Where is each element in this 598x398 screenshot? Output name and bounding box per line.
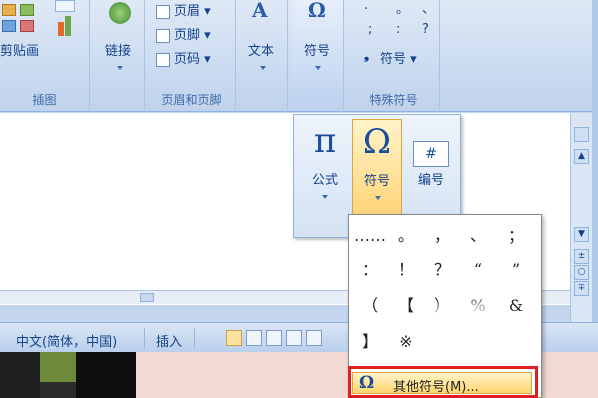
- symbol-cell[interactable]: ，: [425, 221, 459, 251]
- outline-view-button[interactable]: [286, 330, 302, 346]
- ruler-toggle-icon[interactable]: [574, 127, 589, 142]
- special-char[interactable]: :: [396, 22, 400, 37]
- ribbon: 剪贴画 插图 链接 页眉 ▾ 页脚 ▾ 页码 ▾ 页眉和页脚 A 文本 Ω 符号…: [0, 0, 598, 112]
- desktop-image: [40, 382, 76, 398]
- symbol-cell[interactable]: 、: [461, 221, 495, 251]
- symbol-cell[interactable]: ；: [499, 221, 533, 251]
- special-char[interactable]: ?: [422, 22, 429, 37]
- symbol-cell[interactable]: ”: [499, 255, 533, 285]
- special-symbols-group: . 。 、 ; : ? ❟ 符号 ▾ 特殊符号: [348, 0, 440, 110]
- language-indicator[interactable]: 中文(简体，中国): [16, 331, 117, 350]
- desktop-image: [76, 352, 136, 398]
- picture-icon[interactable]: [2, 4, 16, 16]
- clip-icon[interactable]: [55, 0, 75, 12]
- scroll-thumb[interactable]: [140, 293, 154, 302]
- chart-icon[interactable]: [58, 22, 64, 36]
- symbol-cell[interactable]: 。: [389, 221, 423, 251]
- chevron-down-icon[interactable]: [117, 66, 123, 70]
- previous-page-button[interactable]: ±: [574, 249, 589, 264]
- bullet-icon: ❟: [364, 48, 370, 63]
- symbol-dropdown[interactable]: 符号 ▾: [380, 48, 417, 67]
- symbol-group: Ω 符号: [292, 0, 344, 110]
- special-char[interactable]: ;: [368, 22, 372, 37]
- symbol-cell[interactable]: ？: [425, 255, 459, 285]
- desktop-image: [0, 352, 40, 398]
- header-icon: [156, 4, 170, 19]
- symbol-cell[interactable]: 】: [353, 327, 387, 357]
- symbol-cell[interactable]: ……: [353, 221, 387, 251]
- page-number-button[interactable]: 页码 ▾: [156, 48, 211, 67]
- page-number-icon: [156, 52, 170, 67]
- link-icon[interactable]: [109, 2, 131, 24]
- clipart-label[interactable]: 剪贴画: [0, 40, 39, 59]
- special-char[interactable]: .: [364, 0, 368, 13]
- special-symbols-group-label: 特殊符号: [369, 93, 418, 107]
- text-group: A 文本: [238, 0, 288, 110]
- chart-icon-bar: [65, 16, 71, 36]
- omega-icon[interactable]: Ω: [308, 0, 326, 22]
- draft-view-button[interactable]: [306, 330, 322, 346]
- highlight-annotation: [348, 366, 538, 398]
- shapes-icon[interactable]: [20, 4, 34, 16]
- special-char[interactable]: 、: [422, 0, 435, 17]
- chevron-down-icon: [375, 196, 381, 200]
- next-page-button[interactable]: ∓: [574, 281, 589, 296]
- chevron-down-icon[interactable]: [315, 66, 321, 70]
- full-screen-reading-view-button[interactable]: [246, 330, 262, 346]
- blurred-region: [410, 300, 520, 360]
- text-button[interactable]: 文本: [248, 40, 274, 59]
- symbol-button-active[interactable]: Ω 符号: [352, 119, 402, 215]
- numbering-button[interactable]: # 编号: [406, 119, 456, 215]
- chevron-down-icon: [322, 195, 328, 199]
- pi-icon: π: [313, 121, 337, 161]
- divider: [144, 328, 145, 348]
- desktop-image: [40, 352, 76, 382]
- chevron-down-icon[interactable]: [260, 66, 266, 70]
- omega-icon: Ω: [362, 122, 392, 162]
- textbox-icon[interactable]: A: [252, 0, 274, 20]
- number-sign-icon: #: [406, 127, 456, 167]
- illustrations-group: 剪贴画 插图: [0, 0, 90, 110]
- smartart-icon[interactable]: [2, 20, 16, 32]
- link-button[interactable]: 链接: [105, 40, 131, 59]
- special-char[interactable]: 。: [396, 0, 409, 17]
- divider: [194, 328, 195, 348]
- links-group: 链接: [95, 0, 145, 110]
- insert-mode-indicator[interactable]: 插入: [156, 331, 182, 350]
- select-browse-object-button[interactable]: ○: [574, 265, 589, 280]
- symbol-cell[interactable]: “: [461, 255, 495, 285]
- vertical-scrollbar[interactable]: ▲ ▼ ± ○ ∓: [570, 113, 592, 323]
- print-layout-view-button[interactable]: [226, 330, 242, 346]
- header-footer-group: 页眉 ▾ 页脚 ▾ 页码 ▾ 页眉和页脚: [148, 0, 236, 110]
- symbol-cell[interactable]: ！: [389, 255, 423, 285]
- header-footer-group-label: 页眉和页脚: [161, 93, 222, 107]
- symbol-cell[interactable]: ：: [353, 255, 387, 285]
- equation-button[interactable]: π 公式: [300, 119, 350, 215]
- scroll-up-button[interactable]: ▲: [574, 149, 589, 164]
- symbol-cell[interactable]: （: [353, 291, 387, 321]
- footer-icon: [156, 28, 170, 43]
- footer-button[interactable]: 页脚 ▾: [156, 24, 211, 43]
- screenshot-icon[interactable]: [20, 20, 34, 32]
- web-layout-view-button[interactable]: [266, 330, 282, 346]
- symbol-button[interactable]: 符号: [304, 40, 330, 59]
- scroll-down-button[interactable]: ▼: [574, 227, 589, 242]
- illustrations-group-label: 插图: [32, 93, 57, 107]
- header-button[interactable]: 页眉 ▾: [156, 0, 211, 19]
